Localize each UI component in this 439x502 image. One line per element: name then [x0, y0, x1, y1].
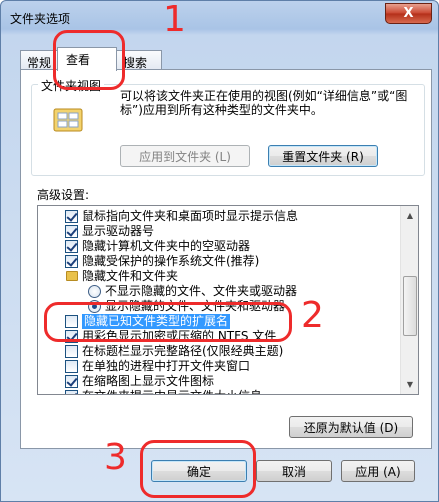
setting-checkbox[interactable] [65, 345, 78, 358]
advanced-setting-row[interactable]: 在单独的进程中打开文件夹窗口 [38, 359, 400, 374]
annotation-number-3: 3 [104, 437, 127, 478]
advanced-setting-row[interactable]: 隐藏文件和文件夹 [38, 269, 400, 284]
advanced-setting-row[interactable]: 隐藏计算机文件夹中的空驱动器 [38, 239, 400, 254]
advanced-setting-row[interactable]: 在标题栏显示完整路径(仅限经典主题) [38, 344, 400, 359]
advanced-setting-label: 在单独的进程中打开文件夹窗口 [82, 359, 251, 373]
advanced-settings-scrollbar[interactable]: ▲ ▼ [400, 206, 418, 394]
setting-radio[interactable] [88, 285, 101, 298]
annotation-box-ok [140, 440, 256, 498]
reset-folders-button[interactable]: 重置文件夹 (R) [268, 145, 378, 167]
window-title: 文件夹选项 [10, 12, 71, 26]
setting-checkbox[interactable] [65, 375, 78, 388]
advanced-setting-row[interactable]: 隐藏受保护的操作系统文件(推荐) [38, 254, 400, 269]
folder-views-icon [53, 108, 83, 132]
advanced-settings-label: 高级设置: [37, 188, 90, 202]
advanced-setting-label: 隐藏文件和文件夹 [82, 269, 179, 283]
scroll-thumb[interactable] [403, 276, 417, 336]
advanced-setting-label: 显示驱动器号 [82, 224, 155, 238]
scroll-down-icon[interactable]: ▼ [402, 376, 418, 393]
cancel-button[interactable]: 取消 [256, 460, 332, 482]
scroll-up-icon[interactable]: ▲ [402, 207, 418, 224]
advanced-setting-row[interactable]: 在文件夹提示中显示文件大小信息 [38, 389, 400, 394]
advanced-setting-label: 在文件夹提示中显示文件大小信息 [82, 389, 262, 394]
advanced-setting-row[interactable]: 在缩略图上显示文件图标 [38, 374, 400, 389]
tab-view[interactable]: 查看 [57, 47, 117, 71]
annotation-number-2: 2 [301, 295, 324, 336]
folder-views-group: 文件夹视图 可以将该文件夹正在使用的视图(例如“详细信息”或“图标”)应用到所有… [31, 77, 425, 176]
advanced-setting-row[interactable]: 鼠标指向文件夹和桌面项时显示提示信息 [38, 209, 400, 224]
setting-checkbox[interactable] [65, 240, 78, 253]
advanced-setting-label: 在缩略图上显示文件图标 [82, 374, 215, 388]
advanced-setting-label: 隐藏计算机文件夹中的空驱动器 [82, 239, 251, 253]
setting-checkbox[interactable] [65, 390, 78, 394]
advanced-setting-label: 隐藏受保护的操作系统文件(推荐) [82, 254, 260, 268]
apply-button[interactable]: 应用 (A) [341, 460, 415, 482]
setting-checkbox[interactable] [65, 255, 78, 268]
apply-to-folders-button[interactable]: 应用到文件夹 (L) [120, 145, 250, 167]
advanced-setting-row[interactable]: 显示驱动器号 [38, 224, 400, 239]
folder-views-description: 可以将该文件夹正在使用的视图(例如“详细信息”或“图标”)应用到所有这种类型的文… [120, 89, 408, 117]
close-icon: X [403, 6, 414, 21]
setting-checkbox[interactable] [65, 210, 78, 223]
setting-checkbox[interactable] [65, 225, 78, 238]
view-tab-panel: 文件夹视图 可以将该文件夹正在使用的视图(例如“详细信息”或“图标”)应用到所有… [20, 69, 432, 449]
advanced-setting-label: 鼠标指向文件夹和桌面项时显示提示信息 [82, 209, 299, 223]
annotation-number-1: 1 [163, 0, 186, 40]
restore-defaults-button[interactable]: 还原为默认值 (D) [289, 416, 413, 438]
advanced-settings-list[interactable]: 鼠标指向文件夹和桌面项时显示提示信息 显示驱动器号 隐藏计算机文件夹中的空驱动器 隐藏… [37, 205, 419, 395]
advanced-setting-label: 在标题栏显示完整路径(仅限经典主题) [82, 344, 284, 358]
annotation-box-option [44, 302, 292, 342]
close-button[interactable]: X [385, 3, 432, 24]
advanced-setting-row[interactable]: 不显示隐藏的文件、文件夹或驱动器 [38, 284, 400, 299]
advanced-setting-label: 不显示隐藏的文件、文件夹或驱动器 [105, 284, 298, 298]
setting-checkbox[interactable] [65, 360, 78, 373]
folder-icon [66, 271, 78, 281]
